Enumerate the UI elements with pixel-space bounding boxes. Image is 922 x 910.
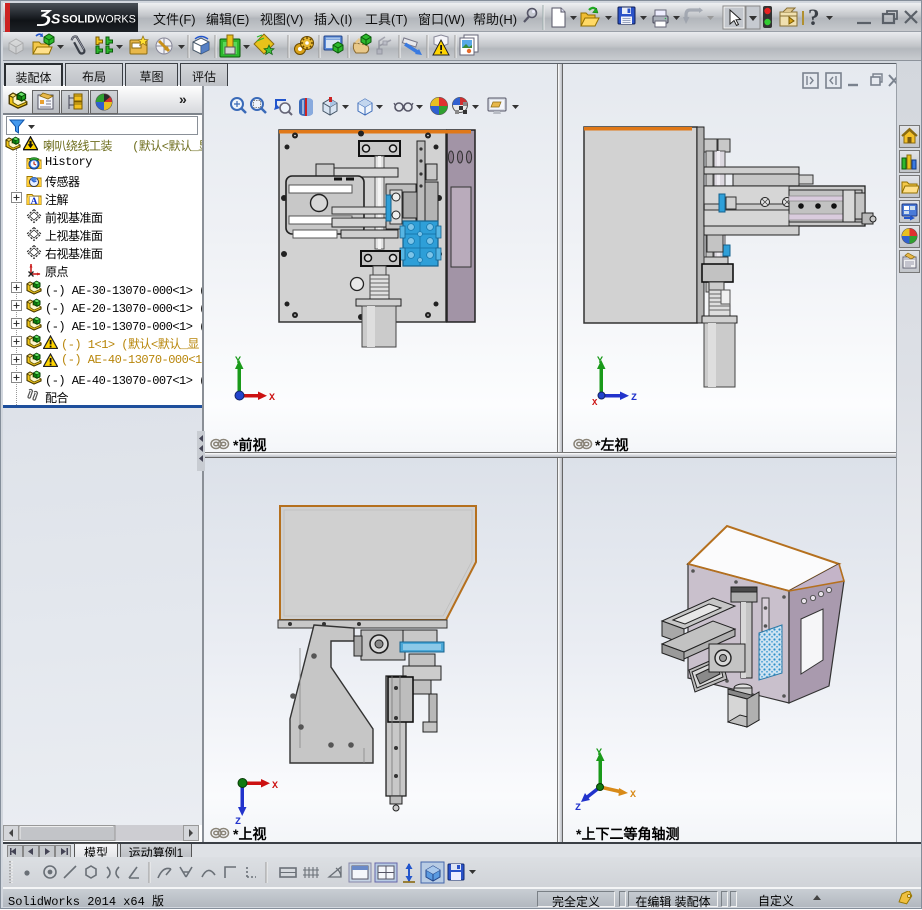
svg-text:S: S: [51, 11, 61, 27]
svg-text:?: ?: [808, 5, 820, 30]
svg-text:Y: Y: [235, 356, 241, 367]
svg-text:X: X: [592, 398, 598, 408]
svg-text:X: X: [269, 393, 275, 404]
svg-text:SOLIDWORKS: SOLIDWORKS: [62, 14, 136, 26]
svg-text:Y: Y: [596, 748, 602, 759]
svg-text:X: X: [630, 790, 636, 801]
svg-text:Z: Z: [631, 393, 637, 404]
svg-text:Z: Z: [575, 803, 581, 814]
svg-text:Y: Y: [597, 356, 603, 367]
svg-text:X: X: [272, 781, 278, 792]
